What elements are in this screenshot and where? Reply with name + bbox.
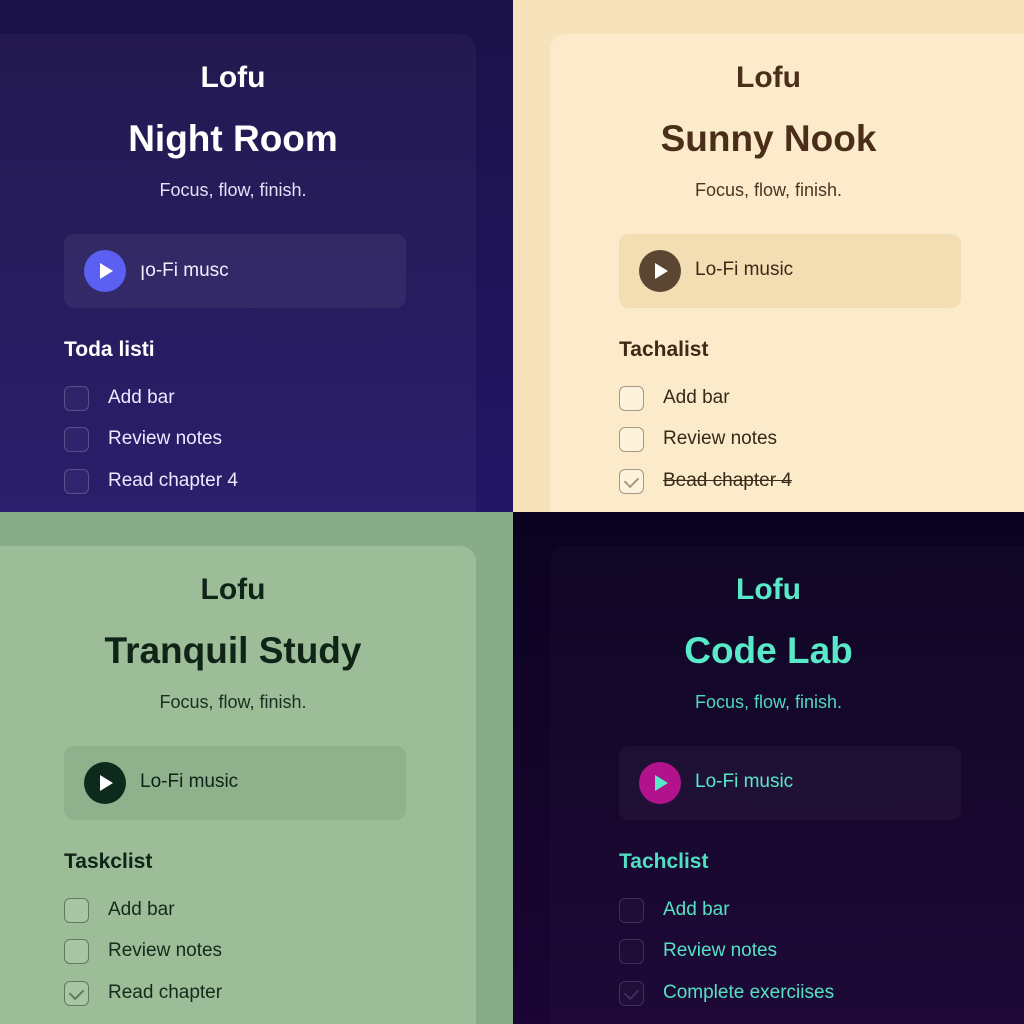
task-list-heading: Taskclist (64, 850, 153, 873)
task-label: Add bar (108, 899, 175, 920)
tagline: Focus, flow, finish. (159, 180, 307, 200)
task-label: Review notes (108, 428, 223, 449)
task-label: Bead chapter 4 (663, 470, 792, 491)
music-player: ꞁo-Fi musc (64, 234, 406, 308)
task-item[interactable]: Add bar (619, 386, 919, 412)
task-label: Complete exerciises (663, 982, 835, 1003)
theme-panel-code-lab: Lofu Code Lab Focus, flow, finish. Lo-Fi… (513, 512, 1024, 1024)
theme-title: Tranquil Study (104, 630, 362, 671)
checkmark-icon[interactable] (619, 981, 644, 1006)
player-label: Lo-Fi music (695, 259, 794, 280)
task-list-heading: Tachalist (619, 338, 709, 361)
task-checkbox[interactable] (64, 427, 89, 452)
task-label: Read chapter 4 (108, 470, 238, 491)
player-label: Lo-Fi music (695, 771, 794, 792)
task-label: Review notes (663, 940, 778, 961)
play-icon[interactable] (84, 250, 126, 292)
task-checkbox[interactable] (619, 898, 644, 923)
task-checkbox[interactable] (64, 898, 89, 923)
task-checkbox[interactable] (619, 939, 644, 964)
task-checkbox[interactable] (64, 939, 89, 964)
task-item[interactable]: Review notes (619, 939, 919, 965)
app-brand: Lofu (736, 61, 801, 94)
theme-title: Code Lab (684, 630, 853, 671)
play-icon[interactable] (84, 762, 126, 804)
task-checkbox[interactable] (64, 469, 89, 494)
task-item[interactable]: Review notes (64, 939, 364, 965)
task-label: Review notes (663, 428, 778, 449)
task-item[interactable]: Add bar (64, 386, 364, 412)
theme-panel-tranquil-study: Lofu Tranquil Study Focus, flow, finish.… (0, 512, 513, 1024)
task-list-heading: Toda listi (64, 338, 155, 361)
tagline: Focus, flow, finish. (694, 180, 843, 200)
checkmark-icon[interactable] (64, 981, 89, 1006)
task-label: Add bar (663, 899, 730, 920)
theme-panel-sunny-nook: Lofu Sunny Nook Focus, flow, finish. Lo-… (513, 0, 1024, 512)
task-item[interactable]: Add bar (64, 898, 364, 924)
tagline: Focus, flow, finish. (159, 692, 307, 712)
theme-title: Night Room (128, 118, 338, 159)
task-item[interactable]: Read chapter (64, 981, 364, 1007)
task-item[interactable]: Bead chapter 4 (619, 469, 919, 495)
task-checkbox[interactable] (619, 427, 644, 452)
task-checkbox[interactable] (64, 386, 89, 411)
task-label: Review notes (108, 940, 223, 961)
task-label: Read chapter (108, 982, 223, 1003)
task-checkbox[interactable] (619, 386, 644, 411)
task-item[interactable]: Add bar (619, 898, 919, 924)
task-list-heading: Tachclist (619, 850, 709, 873)
tagline: Focus, flow, finish. (694, 692, 843, 712)
task-label: Add bar (108, 387, 175, 408)
play-icon[interactable] (639, 762, 681, 804)
task-item[interactable]: Read chapter 4 (64, 469, 364, 495)
app-brand: Lofu (200, 573, 266, 606)
music-player: Lo-Fi music (619, 746, 961, 820)
task-item[interactable]: Review notes (619, 427, 919, 453)
music-player: Lo-Fi music (619, 234, 961, 308)
player-label: Lo-Fi music (140, 771, 239, 792)
theme-title: Sunny Nook (660, 118, 877, 159)
app-brand: Lofu (200, 61, 266, 94)
task-item[interactable]: Review notes (64, 427, 364, 453)
player-label: ꞁo-Fi musc (140, 260, 229, 281)
theme-panel-night-room: Lofu Night Room Focus, flow, finish. ꞁo-… (0, 0, 513, 512)
music-player: Lo-Fi music (64, 746, 406, 820)
checkmark-icon[interactable] (619, 469, 644, 494)
task-label: Add bar (663, 387, 730, 408)
app-brand: Lofu (736, 573, 801, 606)
task-item[interactable]: Complete exerciises (619, 981, 919, 1007)
play-icon[interactable] (639, 250, 681, 292)
